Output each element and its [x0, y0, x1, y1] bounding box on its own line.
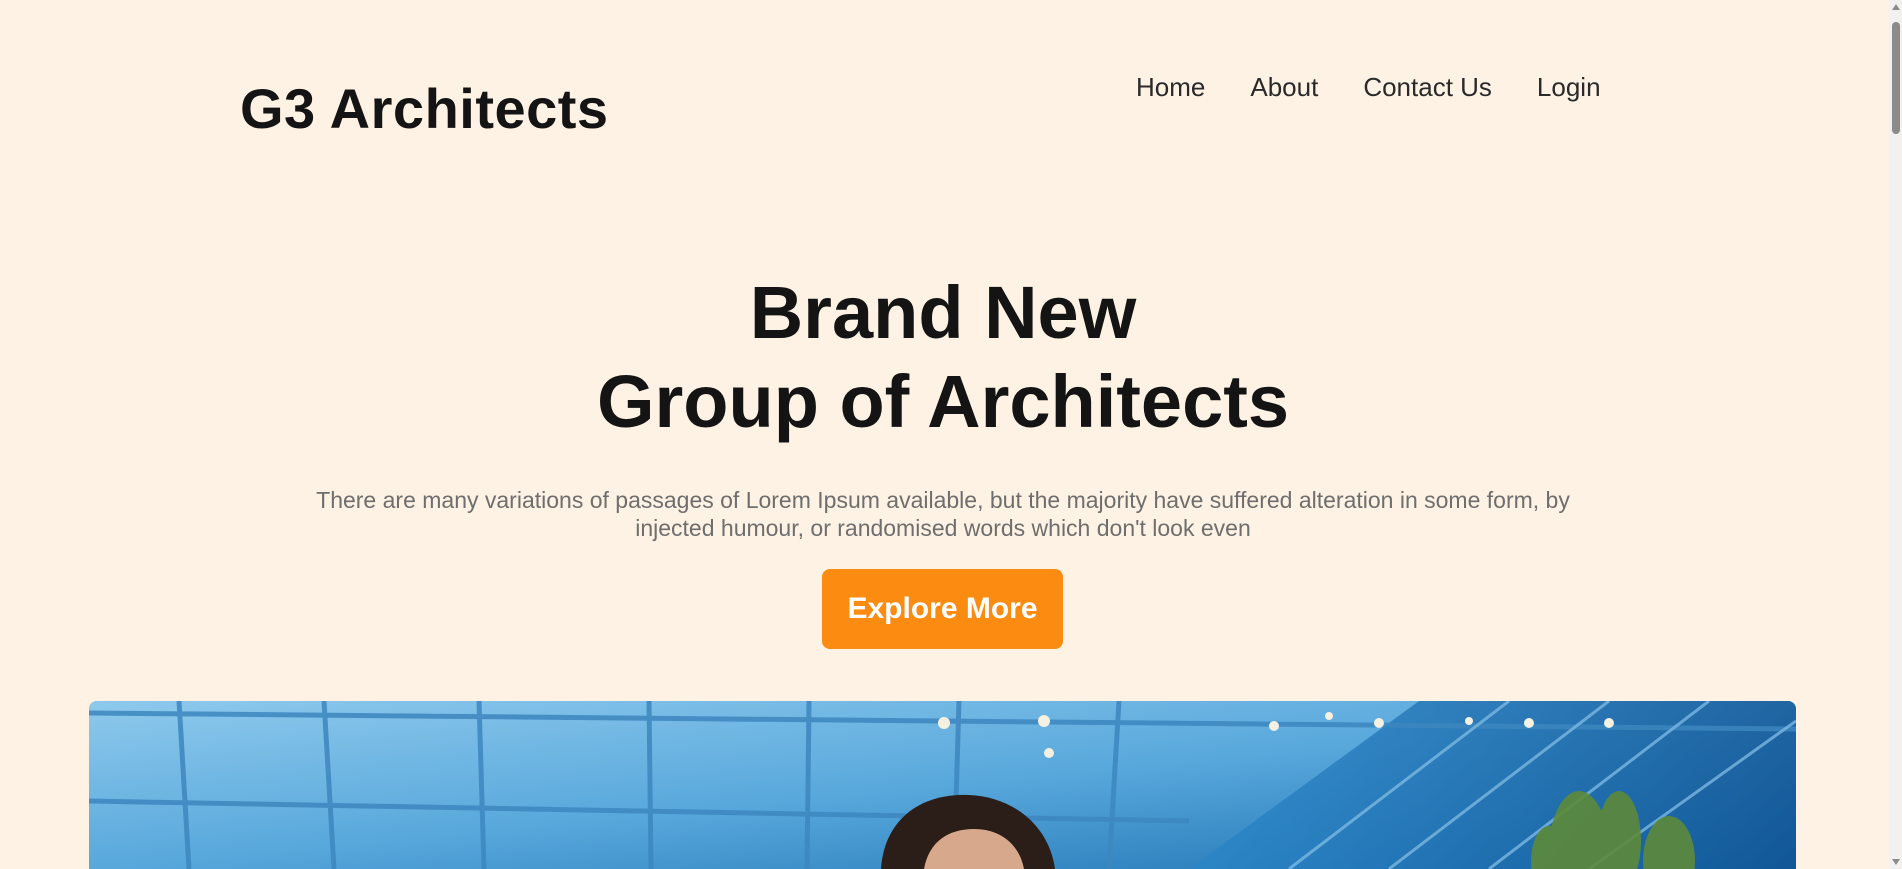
- hero-title: Brand New Group of Architects: [0, 268, 1886, 446]
- nav-link-login[interactable]: Login: [1537, 72, 1601, 103]
- hero-photo-illustration: [89, 701, 1796, 869]
- hero-title-line-1: Brand New: [749, 271, 1137, 354]
- hero-image: [89, 701, 1796, 869]
- hero-title-line-2: Group of Architects: [596, 360, 1290, 443]
- scrollbar-thumb[interactable]: [1892, 22, 1900, 134]
- nav-link-contact-us[interactable]: Contact Us: [1363, 72, 1492, 103]
- nav-link-home[interactable]: Home: [1136, 72, 1205, 103]
- main-nav: Home About Contact Us Login: [1136, 72, 1601, 103]
- scroll-up-arrow-icon[interactable]: [1892, 4, 1900, 10]
- vertical-scrollbar[interactable]: [1889, 0, 1902, 869]
- page: G3 Architects Home About Contact Us Logi…: [0, 0, 1902, 869]
- site-logo[interactable]: G3 Architects: [240, 76, 609, 141]
- explore-more-button[interactable]: Explore More: [822, 569, 1063, 649]
- scroll-down-arrow-icon[interactable]: [1892, 859, 1900, 865]
- hero-description: There are many variations of passages of…: [316, 487, 1570, 541]
- nav-link-about[interactable]: About: [1250, 72, 1318, 103]
